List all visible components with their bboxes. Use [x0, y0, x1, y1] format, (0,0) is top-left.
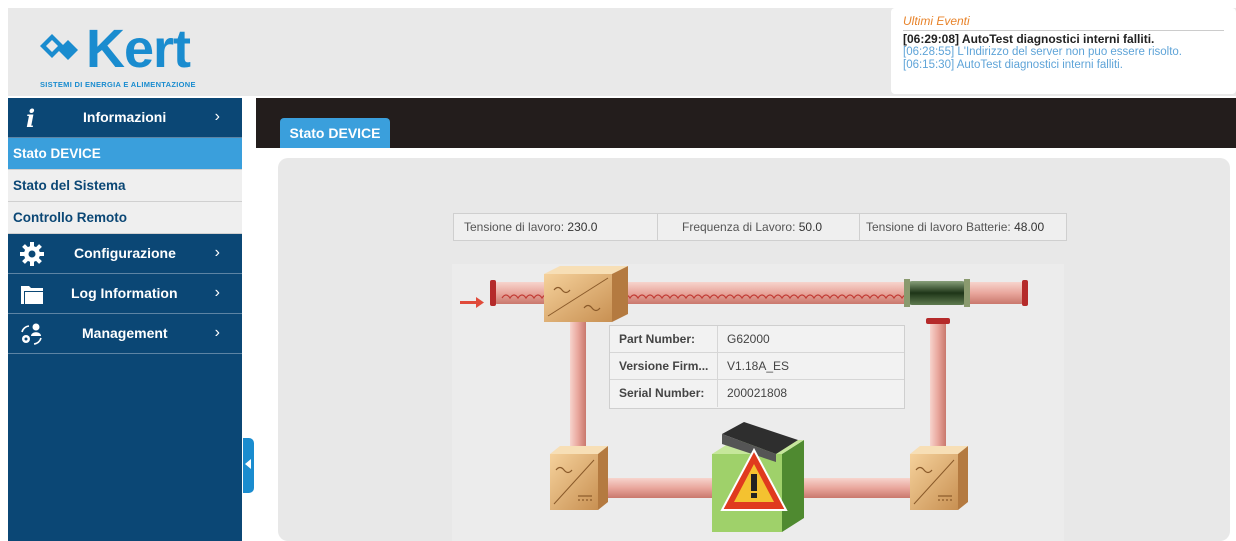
- info-label: Versione Firm...: [610, 353, 718, 379]
- tab-stato-device[interactable]: Stato DEVICE: [280, 118, 390, 148]
- info-label: Part Number:: [610, 326, 718, 352]
- submenu-stato-device[interactable]: Stato DEVICE: [8, 138, 242, 170]
- reading-label: Frequenza di Lavoro:: [682, 220, 796, 234]
- sidebar: i Informazioni › Stato DEVICE Stato del …: [8, 98, 242, 541]
- reading-value: 230.0: [567, 220, 598, 234]
- kert-logo: Kert SISTEMI DI ENERGIA E ALIMENTAZIONE: [38, 19, 218, 92]
- header: Kert SISTEMI DI ENERGIA E ALIMENTAZIONE …: [8, 8, 1236, 96]
- chevron-right-icon: ›: [214, 244, 220, 261]
- svg-text:i: i: [26, 106, 35, 130]
- info-icon: i: [26, 106, 35, 130]
- reading-value: 48.00: [1014, 220, 1045, 234]
- events-title: Ultimi Eventi: [903, 14, 1224, 31]
- menu-configurazione[interactable]: Configurazione ›: [8, 234, 242, 274]
- info-label: Serial Number:: [610, 380, 718, 407]
- chevron-right-icon: ›: [214, 324, 220, 341]
- brand-tagline: SISTEMI DI ENERGIA E ALIMENTAZIONE: [40, 80, 196, 89]
- reading-tensione-batterie: Tensione di lavoro Batterie: 48.00: [860, 214, 1044, 240]
- event-item[interactable]: [06:15:30] AutoTest diagnostici interni …: [903, 59, 1224, 72]
- app-root: Kert SISTEMI DI ENERGIA E ALIMENTAZIONE …: [0, 0, 1236, 541]
- event-item[interactable]: [06:29:08] AutoTest diagnostici interni …: [903, 33, 1224, 46]
- info-value: 200021808: [727, 386, 788, 400]
- table-row: Versione Firm... V1.18A_ES: [610, 353, 904, 380]
- chevron-left-icon: [245, 459, 251, 469]
- pipe-cap: [926, 318, 950, 324]
- menu-label: Management: [82, 325, 168, 341]
- reading-frequenza: Frequenza di Lavoro: 50.0: [658, 214, 860, 240]
- device-info-table: Part Number: G62000 Versione Firm... V1.…: [609, 325, 905, 409]
- chevron-right-icon: ›: [214, 284, 220, 301]
- converter-block-icon: [550, 446, 608, 510]
- kert-logo-mark-icon: [40, 34, 78, 60]
- sidebar-collapse-button[interactable]: [243, 438, 254, 493]
- recent-events-panel: Ultimi Eventi [06:29:08] AutoTest diagno…: [891, 8, 1236, 94]
- info-value: V1.18A_ES: [727, 359, 790, 373]
- bypass-switch-icon: [904, 279, 970, 307]
- readings-bar: Tensione di lavoro: 230.0 Frequenza di L…: [453, 213, 1067, 241]
- top-bar: [256, 98, 1236, 148]
- user-management-icon: [21, 323, 42, 345]
- menu-label: Informazioni: [83, 109, 167, 125]
- submenu-stato-sistema[interactable]: Stato del Sistema: [8, 170, 242, 202]
- reading-label: Tensione di lavoro Batterie:: [866, 220, 1011, 234]
- reading-value: 50.0: [798, 220, 823, 234]
- rectifier-block-icon: [544, 266, 628, 322]
- reading-tensione: Tensione di lavoro: 230.0: [454, 214, 658, 240]
- chevron-right-icon: ›: [214, 108, 220, 125]
- menu-label: Configurazione: [74, 245, 176, 261]
- menu-log-information[interactable]: Log Information ›: [8, 274, 242, 314]
- info-value: G62000: [727, 332, 770, 346]
- brand-name: Kert: [86, 19, 191, 79]
- folder-icon: [21, 286, 43, 304]
- table-row: Serial Number: 200021808: [610, 380, 904, 407]
- table-row: Part Number: G62000: [610, 326, 904, 353]
- menu-label: Log Information: [71, 285, 178, 301]
- inverter-block-icon: [910, 446, 968, 510]
- reading-label: Tensione di lavoro:: [464, 220, 565, 234]
- event-item[interactable]: [06:28:55] L'Indirizzo del server non pu…: [903, 46, 1224, 59]
- submenu-controllo-remoto[interactable]: Controllo Remoto: [8, 202, 242, 234]
- gear-icon: [20, 242, 44, 266]
- right-vertical-pipe: [930, 322, 946, 454]
- menu-informazioni[interactable]: i Informazioni ›: [8, 98, 242, 138]
- left-vertical-pipe: [570, 304, 586, 454]
- menu-management[interactable]: Management ›: [8, 314, 242, 354]
